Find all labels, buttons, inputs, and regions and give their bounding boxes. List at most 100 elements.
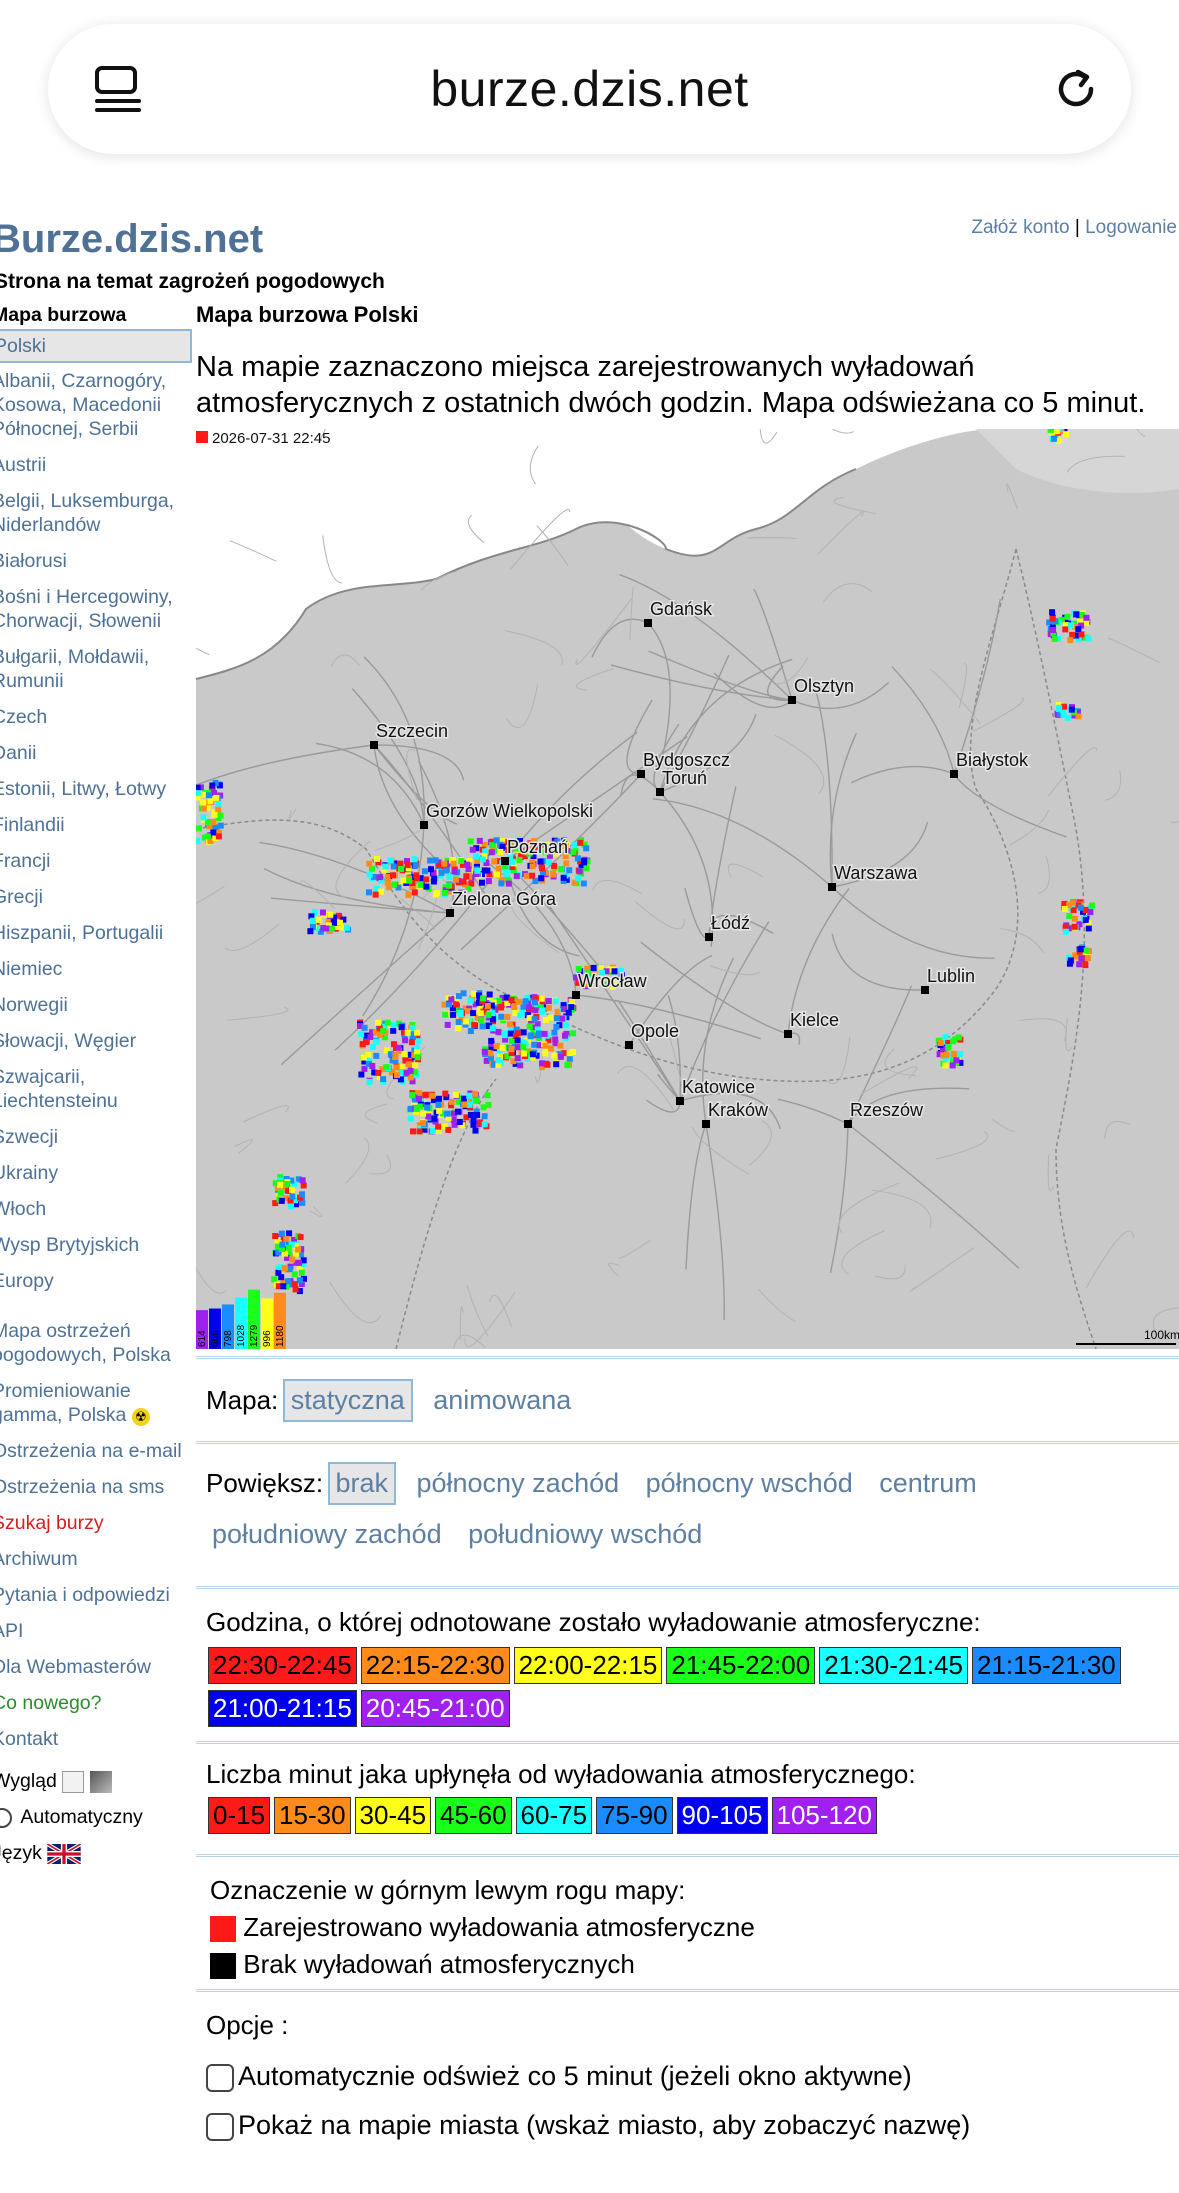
url-text[interactable]: burze.dzis.net xyxy=(430,60,748,118)
show-cities-label[interactable]: Pokaż na mapie miasta (wskaż miasto, aby… xyxy=(238,2110,970,2140)
lightning-strike xyxy=(1047,429,1054,433)
auto-refresh-checkbox[interactable] xyxy=(206,2063,234,2092)
city-marker xyxy=(446,909,454,917)
site-title[interactable]: Burze.dzis.net xyxy=(0,217,263,262)
zoom-southeast-option[interactable]: południowy wschód xyxy=(462,1515,708,1554)
sidebar-item-country[interactable]: Białorusi xyxy=(0,549,192,573)
sidebar-link-archive[interactable]: Archiwum xyxy=(0,1547,192,1571)
register-link[interactable]: Załóż konto xyxy=(971,217,1069,238)
sidebar-item-country[interactable]: Bułgarii, Mołdawii, Rumunii xyxy=(0,645,192,693)
map-description: Na mapie zaznaczono miejsca zarejestrowa… xyxy=(196,351,1146,419)
lightning-strike xyxy=(467,997,474,1004)
map-mode-panel: Mapa: statyczna animowana xyxy=(196,1356,1179,1434)
sidebar-item-country[interactable]: Norwegii xyxy=(0,993,192,1017)
storm-map[interactable]: Gdańsk Olsztyn Szczecin Bydgoszcz Toruń Biały… xyxy=(196,429,1179,1349)
lightning-strike xyxy=(508,1046,515,1053)
lightning-strike xyxy=(435,1123,442,1130)
lightning-strike xyxy=(390,1027,397,1034)
lightning-strike xyxy=(328,925,335,932)
auto-refresh-label[interactable]: Automatycznie odśwież co 5 minut (jeżeli… xyxy=(238,2061,912,2091)
lightning-strike xyxy=(451,1121,458,1128)
lightning-strike xyxy=(383,1064,390,1071)
address-bar[interactable]: burze.dzis.net xyxy=(48,24,1131,154)
sidebar-link-api[interactable]: API xyxy=(0,1619,192,1643)
lightning-strike xyxy=(436,1108,443,1114)
auto-theme-row: Automatyczny xyxy=(0,1805,192,1829)
lightning-strike xyxy=(1049,615,1056,622)
lightning-strike xyxy=(375,1069,382,1076)
sidebar-item-country[interactable]: Wysp Brytyjskich xyxy=(0,1233,192,1257)
lightning-strike xyxy=(442,1090,449,1097)
lightning-strike xyxy=(393,1064,400,1071)
show-cities-row[interactable]: Pokaż na mapie miasta (wskaż miasto, aby… xyxy=(206,2110,970,2141)
map-mode-static-option[interactable]: statyczna xyxy=(282,1379,413,1422)
light-theme-icon[interactable] xyxy=(62,1770,85,1793)
sidebar-item-country[interactable]: Danii xyxy=(0,741,192,765)
lightning-strike xyxy=(498,1013,505,1020)
sidebar-link-warnings[interactable]: Mapa ostrzeżeń pogodowych, Polska xyxy=(0,1319,192,1367)
zoom-center-option[interactable]: centrum xyxy=(873,1464,983,1503)
sidebar-item-country[interactable]: Grecji xyxy=(0,885,192,909)
sidebar-item-country[interactable]: Ukrainy xyxy=(0,1161,192,1185)
lightning-strike xyxy=(343,924,350,931)
sidebar-link-gamma[interactable]: Promieniowanie gamma, Polska ☢ xyxy=(0,1379,192,1427)
lightning-strike xyxy=(553,1061,560,1068)
red-square-icon xyxy=(210,1916,236,1943)
storm-map-image[interactable]: Gdańsk Olsztyn Szczecin BydgoszczToruń Biały… xyxy=(196,429,1179,1349)
sidebar-item-country[interactable]: Hiszpanii, Portugalii xyxy=(0,921,192,945)
zoom-southwest-option[interactable]: południowy zachód xyxy=(206,1515,448,1554)
zoom-none-option[interactable]: brak xyxy=(327,1462,397,1505)
sidebar-item-country[interactable]: Bośni i Hercegowiny, Chorwacji, Słowenii xyxy=(0,585,192,633)
lightning-strike xyxy=(517,1062,524,1069)
lightning-strike xyxy=(495,997,502,1004)
hour-legend-chips: 22:30-22:45 22:15-22:30 22:00-22:15 21:45-2… xyxy=(206,1644,1166,1730)
lightning-strike xyxy=(531,1016,538,1023)
city-label: Rzeszów xyxy=(850,1100,924,1120)
sidebar-link-faq[interactable]: Pytania i odpowiedzi xyxy=(0,1583,192,1607)
lightning-strike xyxy=(539,865,545,872)
sidebar-item-country[interactable]: Albanii, Czarnogóry, Kosowa, Macedonii P… xyxy=(0,369,192,441)
auto-refresh-row[interactable]: Automatycznie odśwież co 5 minut (jeżeli… xyxy=(206,2061,970,2092)
reader-menu-icon[interactable] xyxy=(93,64,143,114)
lightning-strike xyxy=(562,1022,569,1029)
sidebar-item-country[interactable]: Belgii, Luksemburga, Niderlandów xyxy=(0,489,192,537)
show-cities-checkbox[interactable] xyxy=(206,2112,234,2141)
uk-flag-icon[interactable] xyxy=(46,1842,82,1866)
sidebar-link-webmasters[interactable]: Dla Webmasterów xyxy=(0,1655,192,1679)
lightning-strike xyxy=(564,1062,571,1069)
sidebar-link-email[interactable]: Ostrzeżenia na e-mail xyxy=(0,1439,192,1463)
lightning-strike xyxy=(448,996,455,1003)
zoom-northeast-option[interactable]: północny wschód xyxy=(640,1464,859,1503)
sidebar-item-country[interactable]: Włoch xyxy=(0,1197,192,1221)
sidebar-item-country[interactable]: Czech xyxy=(0,705,192,729)
lightning-strike xyxy=(411,889,418,896)
lightning-strike xyxy=(504,1014,511,1020)
sidebar-item-country[interactable]: Austrii xyxy=(0,453,192,477)
lightning-strike xyxy=(487,1050,494,1057)
dark-theme-icon[interactable] xyxy=(89,1770,112,1793)
zoom-northwest-option[interactable]: północny zachód xyxy=(410,1464,625,1503)
sidebar-item-country[interactable]: Niemiec xyxy=(0,957,192,981)
lightning-strike xyxy=(477,1010,484,1017)
sidebar-item-country[interactable]: Europy xyxy=(0,1269,192,1293)
sidebar-item-selected[interactable]: Polski xyxy=(0,329,192,363)
login-link[interactable]: Logowanie xyxy=(1085,217,1177,238)
lightning-strike xyxy=(458,858,465,864)
sidebar-link-contact[interactable]: Kontakt xyxy=(0,1727,192,1751)
sidebar-item-country[interactable]: Słowacji, Węgier xyxy=(0,1029,192,1053)
sidebar-link-gamma-label[interactable]: Promieniowanie gamma, Polska xyxy=(0,1380,131,1426)
sidebar-item-country[interactable]: Finlandii xyxy=(0,813,192,837)
map-mode-animated-option[interactable]: animowana xyxy=(427,1381,577,1420)
sidebar-link-sms[interactable]: Ostrzeżenia na sms xyxy=(0,1475,192,1499)
lightning-strike xyxy=(390,872,396,879)
sidebar-item-country[interactable]: Szwecji xyxy=(0,1125,192,1149)
sidebar-item-country[interactable]: Estonii, Litwy, Łotwy xyxy=(0,777,192,801)
reload-icon[interactable] xyxy=(1051,64,1101,114)
sidebar-link-search-storm[interactable]: Szukaj burzy xyxy=(0,1511,192,1535)
auto-theme-radio[interactable] xyxy=(0,1807,12,1828)
sidebar-item-country[interactable]: Francji xyxy=(0,849,192,873)
sidebar-item-country[interactable]: Szwajcarii, Liechtensteinu xyxy=(0,1065,192,1113)
lightning-strike xyxy=(419,1120,426,1127)
sidebar-link-whats-new[interactable]: Co nowego? xyxy=(0,1691,192,1715)
lightning-strike xyxy=(217,822,224,829)
